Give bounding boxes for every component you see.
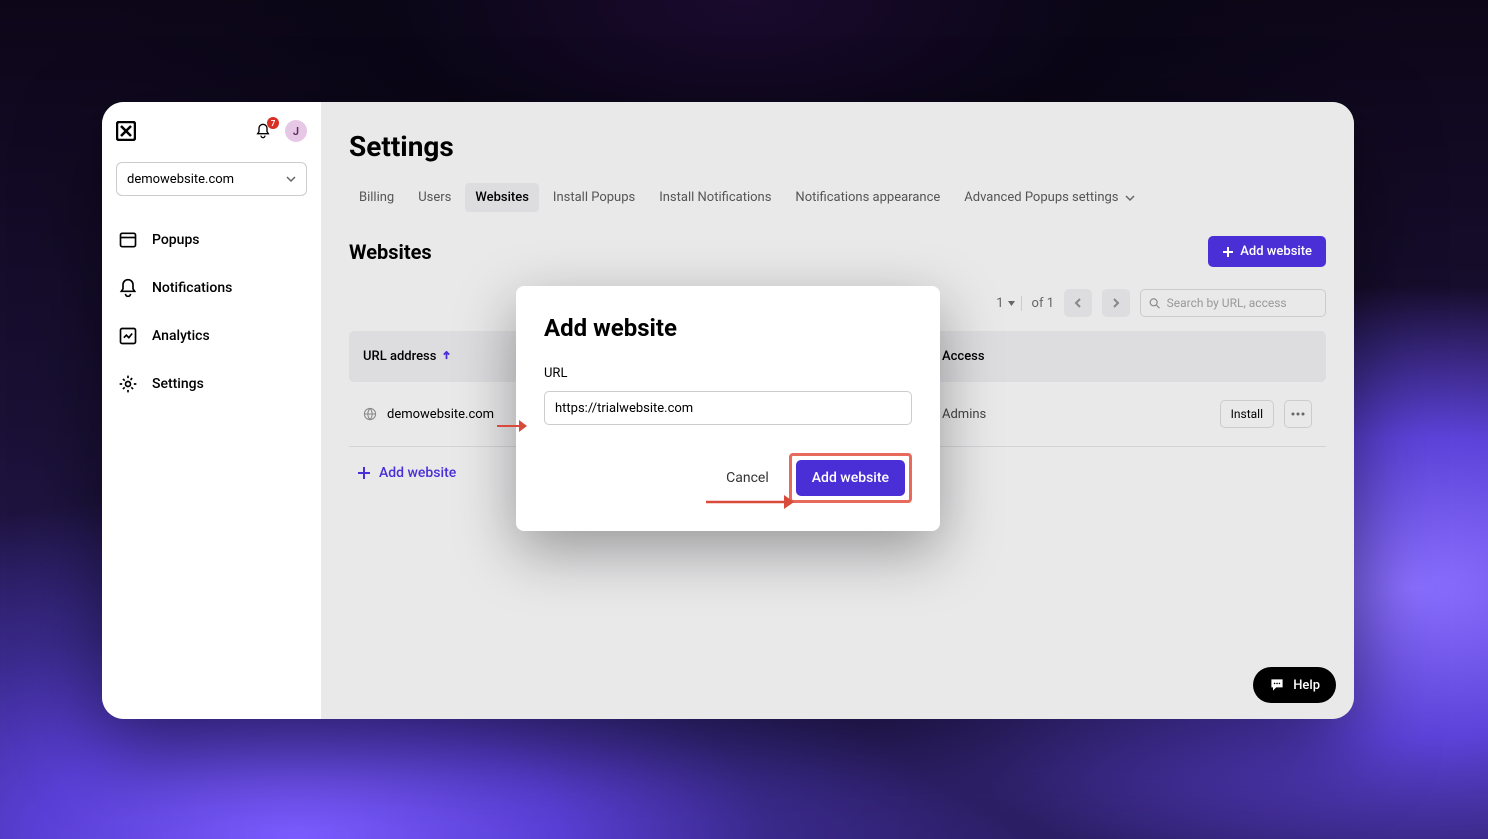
- page-current: 1: [996, 296, 1003, 311]
- col-access-header[interactable]: Access: [942, 349, 1212, 364]
- page-of-label: of 1: [1032, 296, 1054, 311]
- dialog-url-input[interactable]: [544, 391, 912, 425]
- chevron-down-icon: [286, 174, 296, 184]
- row-access-cell: Admins: [942, 407, 1212, 422]
- analytics-icon: [118, 326, 138, 346]
- page-next-button[interactable]: [1102, 289, 1130, 317]
- button-label: Add website: [1240, 244, 1312, 259]
- nav-label: Notifications: [152, 280, 232, 296]
- chat-icon: [1269, 677, 1285, 693]
- tab-users[interactable]: Users: [408, 183, 461, 212]
- sidebar-top-right: 7 J: [253, 120, 307, 142]
- tab-websites[interactable]: Websites: [465, 183, 539, 212]
- chevron-down-icon: [1125, 193, 1135, 203]
- dialog-title: Add website: [544, 314, 912, 342]
- notifications-button[interactable]: 7: [253, 121, 273, 141]
- chevron-right-icon: [1111, 298, 1121, 308]
- avatar[interactable]: J: [285, 120, 307, 142]
- plus-icon: [357, 466, 371, 480]
- popups-icon: [118, 230, 138, 250]
- more-horizontal-icon: [1291, 412, 1305, 416]
- app-window: 7 J demowebsite.com Popups Notifications…: [102, 102, 1354, 719]
- globe-icon: [363, 407, 377, 421]
- annotation-highlight-box: Add website: [789, 453, 912, 503]
- page-current-selector[interactable]: 1: [996, 296, 1021, 311]
- install-button[interactable]: Install: [1220, 400, 1274, 428]
- caret-down-icon: [1008, 301, 1015, 306]
- help-button[interactable]: Help: [1253, 667, 1336, 703]
- section-title: Websites: [349, 240, 432, 264]
- page-title: Settings: [349, 130, 1326, 163]
- tab-install-notifications[interactable]: Install Notifications: [649, 183, 781, 212]
- search-box[interactable]: [1140, 289, 1326, 317]
- tab-label: Advanced Popups settings: [964, 190, 1118, 205]
- tab-advanced-popups[interactable]: Advanced Popups settings: [954, 183, 1144, 212]
- dialog-url-label: URL: [544, 366, 912, 381]
- dialog-cancel-button[interactable]: Cancel: [722, 462, 773, 494]
- bell-icon: [118, 278, 138, 298]
- nav-notifications[interactable]: Notifications: [116, 264, 307, 312]
- row-actions: Install: [1212, 400, 1312, 428]
- site-selector[interactable]: demowebsite.com: [116, 162, 307, 196]
- gear-icon: [118, 374, 138, 394]
- sidebar: 7 J demowebsite.com Popups Notifications…: [102, 102, 321, 719]
- search-input[interactable]: [1167, 296, 1317, 310]
- nav-popups[interactable]: Popups: [116, 216, 307, 264]
- nav-label: Analytics: [152, 328, 210, 344]
- app-logo-icon[interactable]: [116, 121, 136, 141]
- nav-settings[interactable]: Settings: [116, 360, 307, 408]
- sort-asc-icon: [442, 349, 451, 364]
- tab-notifications-appearance[interactable]: Notifications appearance: [785, 183, 950, 212]
- notifications-badge: 7: [267, 117, 279, 129]
- annotation-arrow-icon: [706, 494, 794, 510]
- col-label: URL address: [363, 349, 436, 364]
- add-website-button[interactable]: Add website: [1208, 236, 1326, 267]
- site-selector-value: demowebsite.com: [127, 172, 234, 187]
- sidebar-top: 7 J: [116, 116, 307, 146]
- row-more-button[interactable]: [1284, 400, 1312, 428]
- nav-label: Settings: [152, 376, 204, 392]
- page-prev-button[interactable]: [1064, 289, 1092, 317]
- plus-icon: [1222, 246, 1234, 258]
- nav-label: Popups: [152, 232, 200, 248]
- link-label: Add website: [379, 465, 456, 481]
- tab-billing[interactable]: Billing: [349, 183, 404, 212]
- help-label: Help: [1293, 678, 1320, 693]
- nav-analytics[interactable]: Analytics: [116, 312, 307, 360]
- tab-install-popups[interactable]: Install Popups: [543, 183, 645, 212]
- settings-tabs: Billing Users Websites Install Popups In…: [349, 183, 1326, 212]
- annotation-arrow-icon: [497, 419, 527, 433]
- section-header: Websites Add website: [349, 236, 1326, 267]
- row-url-value: demowebsite.com: [387, 407, 494, 422]
- dialog-submit-button[interactable]: Add website: [796, 460, 905, 496]
- search-icon: [1149, 297, 1161, 310]
- chevron-left-icon: [1073, 298, 1083, 308]
